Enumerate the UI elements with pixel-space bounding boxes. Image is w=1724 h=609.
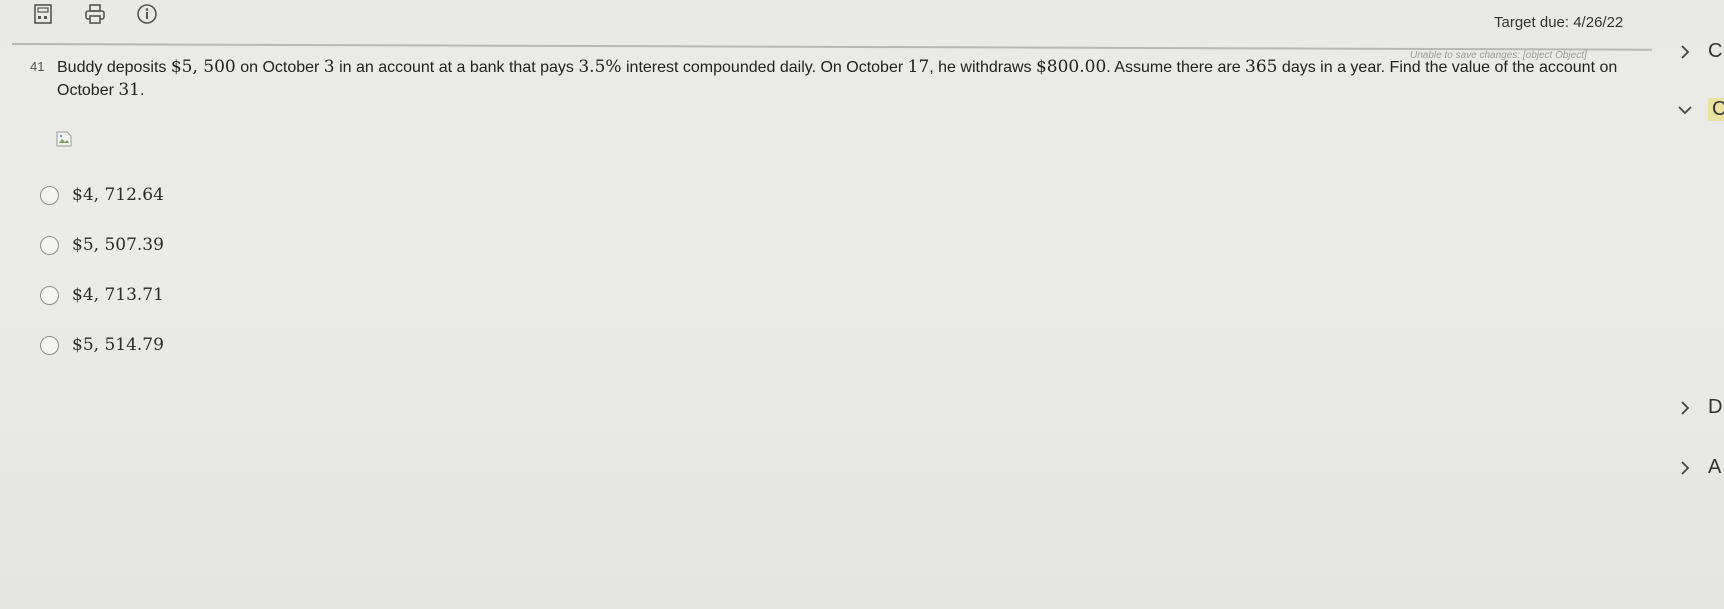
side-item[interactable]: D	[1676, 396, 1722, 419]
deposit-day: 3	[323, 57, 335, 77]
answer-choice-label: $5, 514.79	[72, 335, 164, 355]
side-item-label: A	[1708, 456, 1722, 478]
chevron-right-icon	[1676, 43, 1694, 61]
calculator-icon[interactable]	[30, 2, 56, 26]
answer-choices: $4, 712.64 $5, 507.39 $4, 713.71 $5, 514…	[40, 170, 164, 370]
chevron-right-icon	[1676, 399, 1694, 417]
question-text-part: interest compounded daily. On October	[621, 59, 908, 76]
radio-button[interactable]	[40, 185, 59, 205]
answer-choice-label: $5, 507.39	[72, 235, 164, 255]
info-icon[interactable]	[134, 2, 160, 26]
days-in-year: 365	[1245, 57, 1278, 77]
header-divider	[11, 43, 1652, 51]
side-item-label: C	[1708, 98, 1724, 121]
answer-choice[interactable]: $4, 712.64	[40, 170, 164, 220]
broken-image-icon	[56, 131, 72, 152]
target-due-date: Target due: 4/26/22	[1494, 14, 1624, 31]
question-text: Buddy deposits $5, 500 on October 3 in a…	[57, 56, 1637, 102]
radio-button[interactable]	[40, 235, 59, 255]
deposit-amount: $5, 500	[170, 57, 236, 77]
chevron-right-icon	[1676, 459, 1694, 477]
print-icon[interactable]	[82, 2, 108, 26]
answer-choice[interactable]: $5, 514.79	[40, 320, 164, 370]
question-text-part: , he withdraws	[929, 59, 1036, 76]
question-number: 41	[30, 59, 45, 74]
radio-button[interactable]	[40, 285, 59, 305]
side-item[interactable]: A	[1676, 456, 1721, 479]
side-item[interactable]: C	[1676, 98, 1724, 121]
withdraw-day: 17	[907, 57, 930, 77]
interest-rate: 3.5%	[578, 57, 622, 77]
final-day: 31	[118, 80, 140, 100]
radio-button[interactable]	[40, 335, 59, 355]
side-panel: C C D A	[1660, 0, 1724, 609]
answer-choice-label: $4, 712.64	[72, 185, 164, 205]
side-item-label: C	[1708, 40, 1723, 62]
answer-choice[interactable]: $4, 713.71	[40, 270, 164, 320]
toolbar	[30, 0, 160, 28]
question-text-part: in an account at a bank that pays	[334, 59, 579, 76]
question-text-part: .	[140, 82, 145, 99]
side-item-label: D	[1708, 396, 1723, 418]
chevron-down-icon	[1676, 101, 1694, 119]
question-text-part: . Assume there are	[1106, 59, 1246, 76]
side-item[interactable]: C	[1676, 40, 1722, 63]
question-text-part: on October	[235, 59, 324, 76]
question-text-part: Buddy deposits	[57, 59, 171, 76]
answer-choice-label: $4, 713.71	[72, 285, 164, 305]
answer-choice[interactable]: $5, 507.39	[40, 220, 164, 270]
withdraw-amount: $800.00	[1035, 57, 1107, 77]
